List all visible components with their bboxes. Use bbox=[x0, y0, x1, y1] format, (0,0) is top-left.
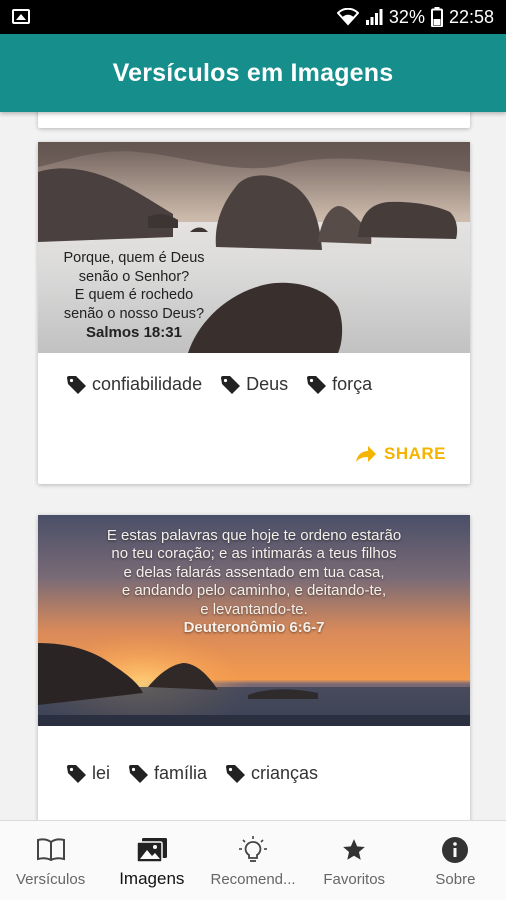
tag-label: força bbox=[332, 374, 373, 394]
clock: 22:58 bbox=[448, 6, 494, 27]
tag-criancas[interactable]: crianças bbox=[225, 763, 318, 784]
battery-percent: 32% bbox=[388, 6, 425, 27]
nav-label: Sobre bbox=[435, 871, 476, 888]
tag-icon bbox=[67, 375, 86, 394]
tag-icon bbox=[221, 375, 241, 394]
nav-label: Imagens bbox=[119, 869, 185, 888]
verse-reference: Salmos 18:31 bbox=[86, 324, 182, 341]
tag-forca[interactable]: força bbox=[306, 374, 372, 395]
verse-image[interactable]: E estas palavras que hoje te ordeno esta… bbox=[38, 515, 470, 726]
nav-sobre[interactable]: Sobre bbox=[405, 821, 506, 900]
tag-label: lei bbox=[92, 763, 111, 783]
tag-confiabilidade[interactable]: confiabilidade bbox=[66, 374, 202, 395]
verse-image[interactable]: Porque, quem é Deus senão o Senhor? E qu… bbox=[38, 142, 470, 353]
verse-line: senão o Senhor? bbox=[78, 268, 190, 285]
share-arrow-icon bbox=[355, 446, 376, 462]
verse-card[interactable]: Porque, quem é Deus senão o Senhor? E qu… bbox=[38, 142, 470, 484]
nav-label: Versículos bbox=[16, 871, 86, 888]
bottom-navigation: Versículos Imagens Recomend... Favoritos… bbox=[0, 820, 506, 900]
tag-list: confiabilidade Deus força bbox=[66, 374, 372, 395]
nav-label: Recomend... bbox=[210, 871, 296, 888]
tag-icon bbox=[307, 375, 327, 394]
battery-icon bbox=[430, 7, 443, 27]
signal-icon bbox=[365, 9, 383, 25]
wifi-icon bbox=[336, 8, 359, 26]
app-bar: Versículos em Imagens bbox=[0, 34, 506, 112]
page-title: Versículos em Imagens bbox=[112, 58, 394, 87]
tag-label: crianças bbox=[251, 763, 319, 783]
tag-familia[interactable]: família bbox=[128, 763, 207, 784]
verse-card[interactable]: E estas palavras que hoje te ordeno esta… bbox=[38, 515, 470, 820]
verse-line: e andando pelo caminho, e deitando-te, bbox=[121, 582, 387, 600]
tag-label: família bbox=[154, 763, 208, 783]
verse-line: Porque, quem é Deus bbox=[63, 250, 205, 266]
nav-recomendados[interactable]: Recomend... bbox=[202, 821, 303, 900]
share-button[interactable]: SHARE bbox=[355, 444, 446, 464]
nav-label: Favoritos bbox=[323, 871, 386, 888]
verse-line: E estas palavras que hoje te ordeno esta… bbox=[106, 527, 402, 544]
verse-text: Porque, quem é Deus senão o Senhor? E qu… bbox=[44, 249, 224, 343]
verse-line: senão o nosso Deus? bbox=[63, 305, 205, 322]
status-bar: 32% 22:58 bbox=[0, 0, 506, 34]
tag-icon bbox=[226, 764, 246, 783]
verse-line: e levantando-te. bbox=[200, 600, 308, 618]
share-label: SHARE bbox=[383, 444, 446, 463]
verse-line: E quem é rochedo bbox=[74, 287, 194, 303]
tag-icon bbox=[129, 764, 149, 783]
nav-imagens[interactable]: Imagens bbox=[101, 821, 202, 900]
tag-list: lei família crianças bbox=[66, 763, 318, 784]
lightbulb-icon bbox=[239, 836, 267, 862]
verse-text: E estas palavras que hoje te ordeno esta… bbox=[58, 527, 450, 637]
previous-card[interactable] bbox=[38, 112, 470, 128]
tag-lei[interactable]: lei bbox=[66, 763, 110, 784]
image-feed[interactable]: Porque, quem é Deus senão o Senhor? E qu… bbox=[0, 112, 506, 820]
nav-versiculos[interactable]: Versículos bbox=[0, 821, 101, 900]
star-icon bbox=[343, 839, 366, 860]
tag-deus[interactable]: Deus bbox=[220, 374, 288, 395]
tag-label: confiabilidade bbox=[92, 374, 203, 394]
verse-reference: Deuteronômio 6:6-7 bbox=[183, 619, 325, 637]
info-icon bbox=[442, 837, 469, 863]
status-right: 32% 22:58 bbox=[336, 0, 494, 34]
nav-favoritos[interactable]: Favoritos bbox=[304, 821, 405, 900]
book-icon bbox=[36, 838, 65, 862]
verse-line: e delas falarás assentado em tua casa, bbox=[123, 563, 385, 581]
gallery-notification-icon bbox=[12, 9, 30, 24]
tag-icon bbox=[67, 764, 86, 783]
tag-label: Deus bbox=[246, 374, 289, 394]
verse-line: no teu coração; e as intimarás a teus fi… bbox=[111, 545, 397, 563]
images-icon bbox=[136, 838, 167, 863]
